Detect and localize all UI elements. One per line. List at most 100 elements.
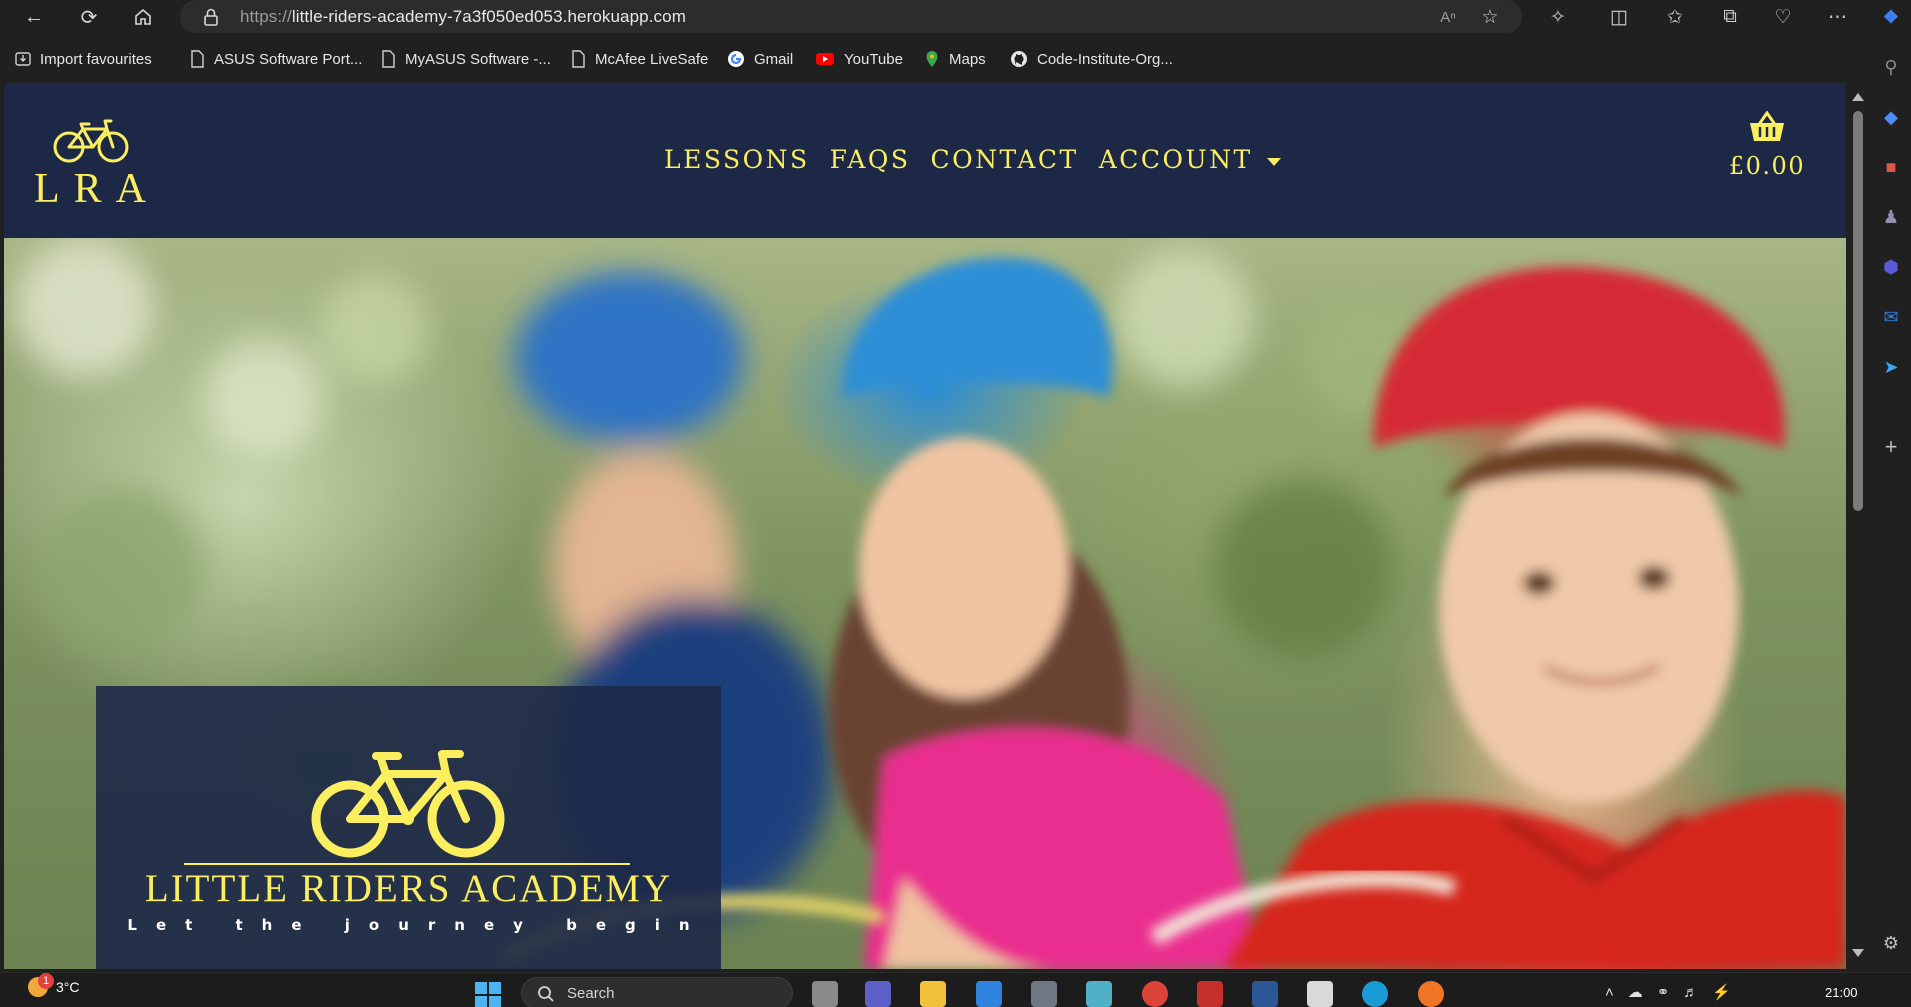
clock[interactable]: 21:00 bbox=[1825, 985, 1858, 1000]
shopping-cart[interactable]: £0.00 bbox=[1722, 110, 1812, 180]
page-icon bbox=[191, 50, 204, 68]
drop-icon[interactable]: ➤ bbox=[1878, 354, 1904, 380]
weather-temp: 3°C bbox=[56, 979, 80, 995]
page-icon bbox=[382, 50, 395, 68]
favourite-star-icon[interactable]: ☆ bbox=[1475, 3, 1505, 31]
search-icon[interactable]: ⚲ bbox=[1878, 54, 1904, 80]
firefox-icon[interactable] bbox=[1418, 981, 1444, 1007]
slack-icon[interactable] bbox=[1086, 981, 1112, 1007]
brand-divider bbox=[184, 863, 630, 865]
search-placeholder: Search bbox=[567, 985, 615, 1002]
chrome-icon[interactable] bbox=[1142, 981, 1168, 1007]
fav-mcafee-livesafe[interactable]: McAfee LiveSafe bbox=[570, 49, 708, 69]
github-icon bbox=[1011, 51, 1027, 67]
fav-label: Code-Institute-Org... bbox=[1037, 50, 1173, 68]
windows-start-icon[interactable] bbox=[474, 981, 502, 1007]
fav-label: Gmail bbox=[754, 50, 794, 68]
brand-panel: LITTLE RIDERS ACADEMY Let the journey be… bbox=[96, 686, 721, 969]
weather-icon: 1 bbox=[28, 973, 54, 997]
screen: ← ⟳ https://little-riders-academy-7a3f05… bbox=[0, 0, 1911, 1007]
scroll-up-icon[interactable] bbox=[1852, 93, 1864, 101]
import-icon bbox=[15, 52, 31, 66]
nav-contact[interactable]: CONTACT bbox=[931, 145, 1079, 174]
back-icon[interactable]: ← bbox=[16, 2, 52, 32]
favourites-icon[interactable]: ✩ bbox=[1660, 3, 1690, 31]
teams-icon[interactable] bbox=[865, 981, 891, 1007]
word-icon[interactable] bbox=[1252, 981, 1278, 1007]
calendar-app-icon[interactable] bbox=[1307, 981, 1333, 1007]
read-aloud-icon[interactable]: Aⁿ bbox=[1433, 3, 1463, 31]
favourites-bar: Import favourites ASUS Software Port... … bbox=[0, 34, 1911, 83]
fav-label: Maps bbox=[949, 50, 986, 68]
url-prefix: https:// bbox=[240, 7, 292, 26]
lock-icon[interactable] bbox=[200, 6, 222, 28]
system-tray[interactable]: ˄☁⚭♬⚡ bbox=[1605, 983, 1745, 1001]
fav-import-favourites[interactable]: Import favourites bbox=[15, 49, 152, 69]
address-bar[interactable]: https://little-riders-academy-7a3f050ed0… bbox=[180, 0, 1522, 33]
fav-myasus-software[interactable]: MyASUS Software -... bbox=[380, 49, 551, 69]
brand-title: LITTLE RIDERS ACADEMY bbox=[144, 867, 673, 910]
url-text[interactable]: https://little-riders-academy-7a3f050ed0… bbox=[240, 7, 686, 27]
nav-account-label: ACCOUNT bbox=[1098, 145, 1253, 174]
notification-badge: 1 bbox=[38, 973, 54, 989]
split-screen-icon[interactable]: ◫ bbox=[1604, 3, 1634, 31]
file-explorer-icon[interactable] bbox=[920, 981, 946, 1007]
cart-total: £0.00 bbox=[1728, 152, 1806, 180]
copilot-icon[interactable]: ❖ bbox=[1878, 4, 1904, 30]
shopping-tag-icon[interactable]: ◆ bbox=[1878, 104, 1904, 130]
store-icon[interactable] bbox=[976, 981, 1002, 1007]
fav-asus-software-portal[interactable]: ASUS Software Port... bbox=[189, 49, 362, 69]
settings-app-icon[interactable] bbox=[1031, 981, 1057, 1007]
search-icon bbox=[538, 986, 554, 1002]
page-scrollbar[interactable] bbox=[1846, 83, 1870, 969]
caret-down-icon bbox=[1266, 157, 1281, 166]
main-menu: LESSONS FAQS CONTACT ACCOUNT bbox=[664, 145, 1281, 174]
weather-widget[interactable]: 1 3°C bbox=[28, 973, 80, 997]
google-icon bbox=[728, 51, 744, 67]
edge-sidebar: ❖ ⚲ ◆ ■ ♟ ⬢ ✉ ➤ + ⚙ bbox=[1870, 0, 1911, 972]
outlook-icon[interactable]: ✉ bbox=[1878, 304, 1904, 330]
collections-icon[interactable]: ⧉ bbox=[1715, 3, 1745, 31]
logo-letters: LRA bbox=[34, 166, 160, 212]
more-options-icon[interactable]: ⋯ bbox=[1823, 3, 1853, 31]
gmail-app-icon[interactable] bbox=[1197, 981, 1223, 1007]
fav-gmail[interactable]: Gmail bbox=[727, 49, 793, 69]
brand-tagline: Let the journey begin bbox=[127, 916, 709, 934]
site-header: LRA LESSONS FAQS CONTACT ACCOUNT £0.00 bbox=[4, 83, 1846, 238]
hero-image: LITTLE RIDERS ACADEMY Let the journey be… bbox=[4, 238, 1846, 969]
site-logo[interactable]: LRA bbox=[34, 115, 150, 225]
settings-gear-icon[interactable]: ⚙ bbox=[1878, 930, 1904, 956]
maps-icon bbox=[926, 51, 938, 67]
windows-taskbar: 1 3°C Search ˄☁⚭♬⚡ 21:00 bbox=[0, 972, 1911, 1007]
task-view-icon[interactable] bbox=[812, 981, 838, 1007]
fav-youtube[interactable]: YouTube bbox=[815, 49, 903, 69]
page-icon bbox=[572, 50, 585, 68]
home-icon[interactable] bbox=[125, 2, 161, 32]
url-host: little-riders-academy-7a3f050ed053.herok… bbox=[291, 7, 686, 26]
browser-essentials-icon[interactable]: ♡ bbox=[1768, 3, 1798, 31]
refresh-icon[interactable]: ⟳ bbox=[71, 2, 107, 32]
taskbar-search[interactable]: Search bbox=[521, 977, 793, 1007]
nav-account-dropdown[interactable]: ACCOUNT bbox=[1099, 145, 1281, 174]
browser-toolbar: ← ⟳ https://little-riders-academy-7a3f05… bbox=[0, 0, 1911, 34]
page-viewport: LRA LESSONS FAQS CONTACT ACCOUNT £0.00 L… bbox=[4, 83, 1846, 969]
fav-maps[interactable]: Maps bbox=[924, 49, 986, 69]
bicycle-logo-icon bbox=[311, 750, 505, 858]
youtube-icon bbox=[816, 53, 834, 65]
nav-lessons[interactable]: LESSONS bbox=[664, 145, 810, 174]
extensions-icon[interactable]: ✧ bbox=[1543, 3, 1573, 31]
edge-icon[interactable] bbox=[1362, 981, 1388, 1007]
scroll-down-icon[interactable] bbox=[1852, 949, 1864, 957]
add-sidebar-app-icon[interactable]: + bbox=[1878, 434, 1904, 460]
fav-label: YouTube bbox=[844, 50, 903, 68]
fav-code-institute-org[interactable]: Code-Institute-Org... bbox=[1010, 49, 1173, 69]
fav-label: MyASUS Software -... bbox=[405, 50, 551, 68]
fav-label: Import favourites bbox=[40, 50, 152, 68]
tools-icon[interactable]: ■ bbox=[1878, 154, 1904, 180]
nav-faqs[interactable]: FAQS bbox=[830, 145, 911, 174]
microsoft-365-icon[interactable]: ⬢ bbox=[1878, 254, 1904, 280]
fav-label: McAfee LiveSafe bbox=[595, 50, 709, 68]
games-icon[interactable]: ♟ bbox=[1878, 204, 1904, 230]
scrollbar-thumb[interactable] bbox=[1853, 111, 1863, 511]
fav-label: ASUS Software Port... bbox=[214, 50, 363, 68]
